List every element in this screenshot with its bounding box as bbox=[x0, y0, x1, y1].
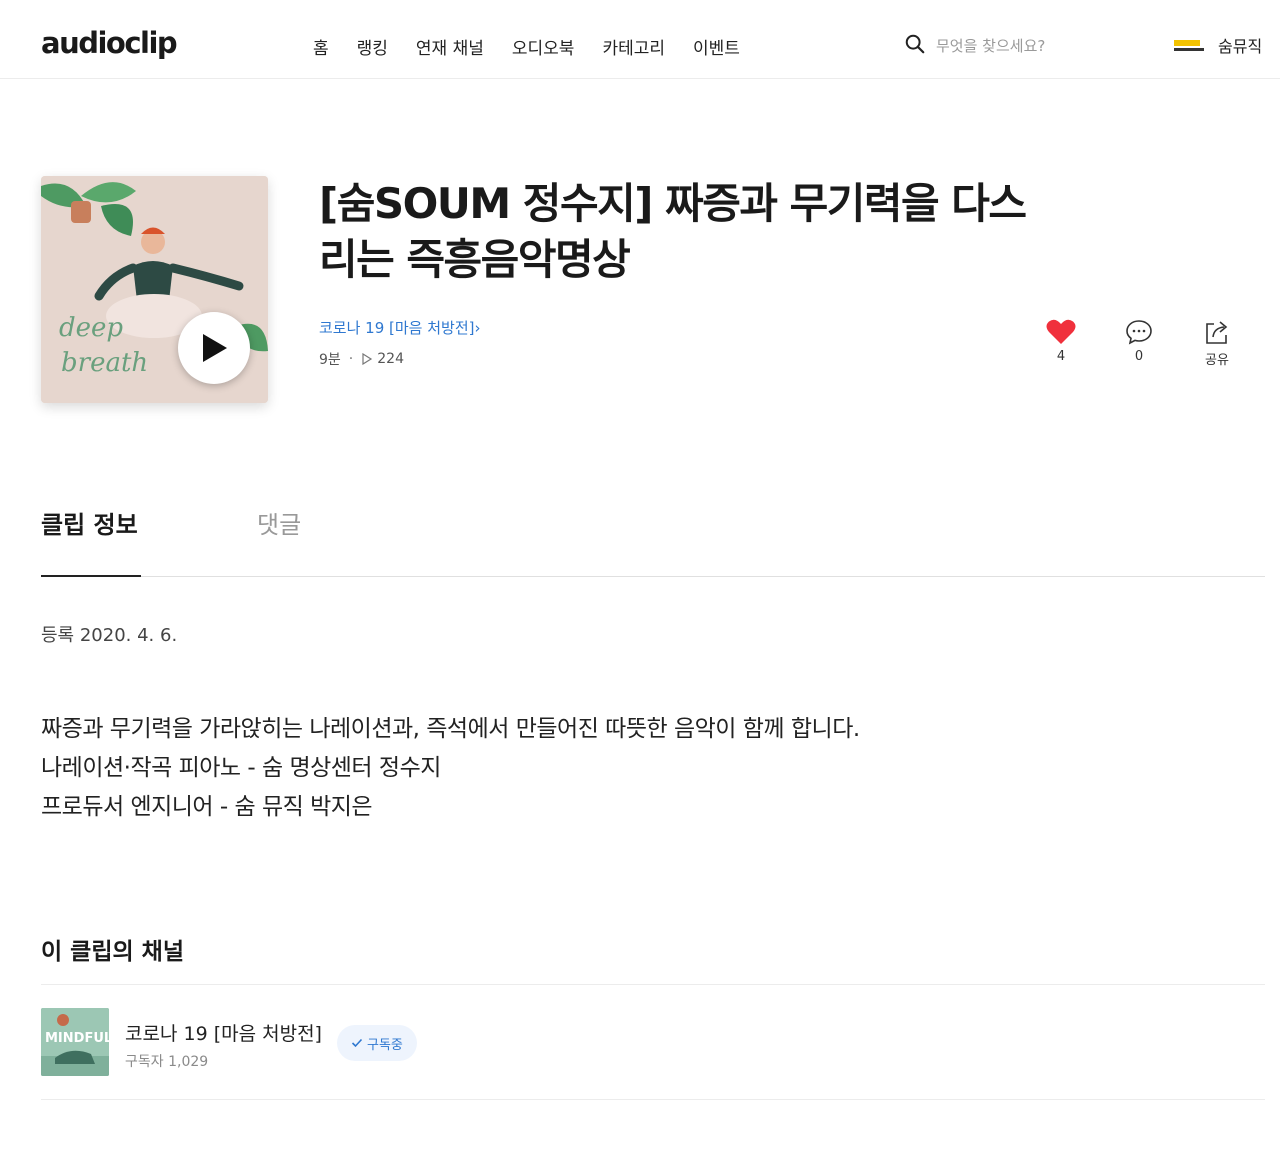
clip-meta: 9분 · 224 bbox=[319, 349, 404, 369]
channel-thumbnail[interactable]: MINDFUL bbox=[41, 1008, 109, 1076]
nav-series[interactable]: 연재 채널 bbox=[416, 34, 484, 59]
channel-section-title: 이 클립의 채널 bbox=[41, 939, 184, 965]
search-icon[interactable] bbox=[904, 33, 926, 59]
soum-logo-icon bbox=[1174, 37, 1208, 53]
heart-icon bbox=[1046, 319, 1076, 344]
clip-title-line-1: [숨SOUM 정수지] 짜증과 무기력을 다스 bbox=[319, 179, 1027, 228]
comment-icon bbox=[1126, 320, 1152, 345]
clip-title-line-2: 리는 즉흥음악명상 bbox=[319, 235, 631, 284]
nav-event[interactable]: 이벤트 bbox=[693, 34, 740, 59]
share-button[interactable]: 공유 bbox=[1178, 318, 1256, 368]
description-line: 짜증과 무기력을 가라앉히는 나레이션과, 즉석에서 만들어진 따뜻한 음악이 … bbox=[41, 716, 860, 742]
play-count-icon bbox=[362, 353, 373, 365]
profile-menu[interactable]: 숨뮤직 bbox=[1174, 33, 1262, 57]
description-line: 나레이션·작곡 피아노 - 숨 명상센터 정수지 bbox=[41, 755, 441, 781]
cover-text-breath: breath bbox=[61, 348, 148, 378]
check-icon bbox=[351, 1038, 363, 1048]
separator-dot: · bbox=[348, 351, 354, 367]
clip-title: [숨SOUM 정수지] 짜증과 무기력을 다스 리는 즉흥음악명상 bbox=[319, 176, 1079, 288]
search-input[interactable] bbox=[936, 37, 1136, 55]
clip-duration: 9분 bbox=[319, 352, 341, 368]
description-line: 프로듀서 엔지니어 - 숨 뮤직 박지은 bbox=[41, 794, 373, 820]
nav-category[interactable]: 카테고리 bbox=[602, 34, 665, 59]
active-tab-indicator bbox=[41, 575, 141, 577]
tab-clip-info[interactable]: 클립 정보 bbox=[41, 505, 138, 540]
nav-ranking[interactable]: 랭킹 bbox=[357, 34, 388, 59]
cover-text-deep: deep bbox=[59, 313, 123, 343]
nav-home[interactable]: 홈 bbox=[313, 34, 329, 59]
nav-audiobook[interactable]: 오디오북 bbox=[512, 34, 575, 59]
channel-link-label: 코로나 19 [마음 처방전] bbox=[319, 319, 475, 337]
channel-card: MINDFUL 코로나 19 [마음 처방전] 구독자 1,029 구독중 bbox=[41, 984, 1265, 1100]
subscribe-label: 구독중 bbox=[367, 1037, 403, 1053]
main-nav: 홈 랭킹 연재 채널 오디오북 카테고리 이벤트 bbox=[313, 34, 768, 59]
channel-thumb-text: MINDFUL bbox=[45, 1031, 109, 1046]
channel-name[interactable]: 코로나 19 [마음 처방전] bbox=[125, 1019, 322, 1046]
play-button[interactable] bbox=[178, 312, 250, 384]
content-tabs: 클립 정보 댓글 bbox=[41, 505, 1265, 577]
top-header: audioclip 홈 랭킹 연재 채널 오디오북 카테고리 이벤트 숨뮤직 bbox=[0, 0, 1280, 79]
like-count: 4 bbox=[1056, 349, 1066, 364]
audioclip-logo[interactable]: audioclip bbox=[41, 26, 178, 60]
channel-link[interactable]: 코로나 19 [마음 처방전]› bbox=[319, 317, 481, 338]
registered-date: 등록 2020. 4. 6. bbox=[41, 625, 178, 646]
like-button[interactable]: 4 bbox=[1022, 318, 1100, 368]
chevron-right-icon: › bbox=[474, 319, 481, 337]
share-label: 공유 bbox=[1205, 353, 1229, 368]
comment-count: 0 bbox=[1134, 349, 1144, 364]
search-bar bbox=[904, 33, 1136, 59]
tab-comments[interactable]: 댓글 bbox=[257, 505, 301, 540]
subscribe-button[interactable]: 구독중 bbox=[337, 1025, 417, 1061]
clip-description: 짜증과 무기력을 가라앉히는 나레이션과, 즉석에서 만들어진 따뜻한 음악이 … bbox=[41, 710, 860, 827]
share-icon bbox=[1206, 321, 1228, 344]
play-count: 224 bbox=[377, 351, 404, 367]
profile-name: 숨뮤직 bbox=[1218, 37, 1263, 56]
comment-button[interactable]: 0 bbox=[1100, 318, 1178, 368]
play-icon bbox=[203, 334, 227, 362]
clip-actions: 4 0 공유 bbox=[1022, 318, 1256, 368]
channel-subscribers: 구독자 1,029 bbox=[125, 1054, 209, 1070]
